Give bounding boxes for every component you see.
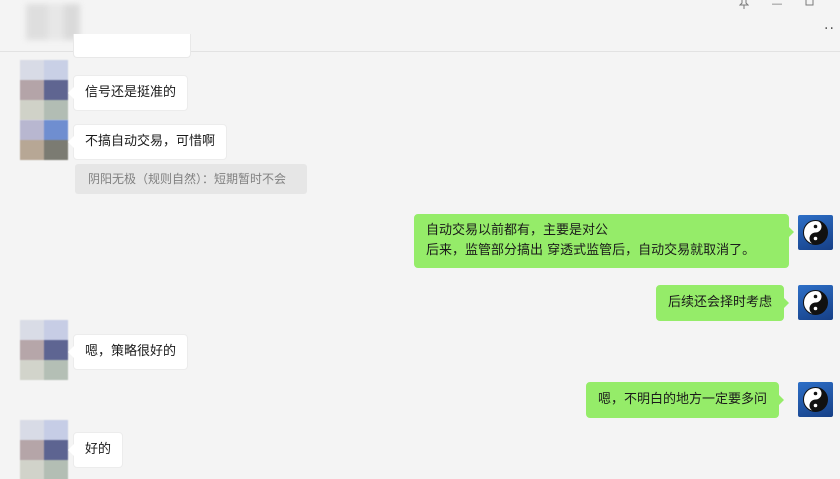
blurred-chat-title bbox=[26, 4, 80, 40]
message-text: 信号还是挺准的 bbox=[85, 85, 177, 100]
message-bubble-incoming: 信号还是挺准的 bbox=[67, 75, 189, 111]
message-bubble-incoming: 嗯，策略很好的 bbox=[67, 334, 189, 370]
message-text-line: 后来，监管部分搞出 穿透式监管后，自动交易就取消了。 bbox=[426, 243, 756, 258]
contact-avatar[interactable] bbox=[20, 320, 68, 380]
message-bubble-incoming: 不搞自动交易，可惜啊 bbox=[67, 124, 228, 160]
yin-yang-icon bbox=[803, 220, 828, 245]
yin-yang-icon bbox=[803, 387, 828, 412]
contact-avatar[interactable] bbox=[20, 420, 68, 479]
self-avatar[interactable] bbox=[798, 382, 833, 417]
message-bubble-outgoing: 嗯，不明白的地方一定要多问 bbox=[586, 382, 785, 418]
message-bubble-incoming: 好的 bbox=[67, 432, 124, 468]
message-text: 好的 bbox=[85, 442, 112, 457]
self-avatar[interactable] bbox=[798, 285, 833, 320]
message-text-line: 自动交易以前都有，主要是对公 bbox=[426, 223, 609, 238]
maximize-icon[interactable] bbox=[800, 0, 820, 12]
contact-avatar[interactable] bbox=[20, 120, 68, 160]
message-text: 嗯，不明白的地方一定要多问 bbox=[598, 392, 768, 407]
more-options-button[interactable]: ·· bbox=[824, 22, 838, 36]
message-text: 不搞自动交易，可惜啊 bbox=[85, 134, 216, 149]
minimize-button[interactable]: — bbox=[767, 0, 787, 12]
message-bubble-outgoing: 后续还会择时考虑 bbox=[656, 285, 790, 321]
message-text: 嗯，策略很好的 bbox=[85, 344, 177, 359]
quote-text: 阴阳无极（规则自然）：短期暂时不会 bbox=[88, 172, 287, 186]
self-avatar[interactable] bbox=[798, 215, 833, 250]
contact-avatar[interactable] bbox=[20, 60, 68, 120]
partial-message-bubble bbox=[73, 34, 191, 58]
yin-yang-icon bbox=[803, 290, 828, 315]
message-text: 后续还会择时考虑 bbox=[668, 295, 773, 310]
pin-icon[interactable] bbox=[734, 0, 754, 12]
message-bubble-outgoing: 自动交易以前都有，主要是对公 后来，监管部分搞出 穿透式监管后，自动交易就取消了… bbox=[414, 214, 794, 268]
quoted-reply[interactable]: 阴阳无极（规则自然）：短期暂时不会 bbox=[75, 164, 307, 194]
